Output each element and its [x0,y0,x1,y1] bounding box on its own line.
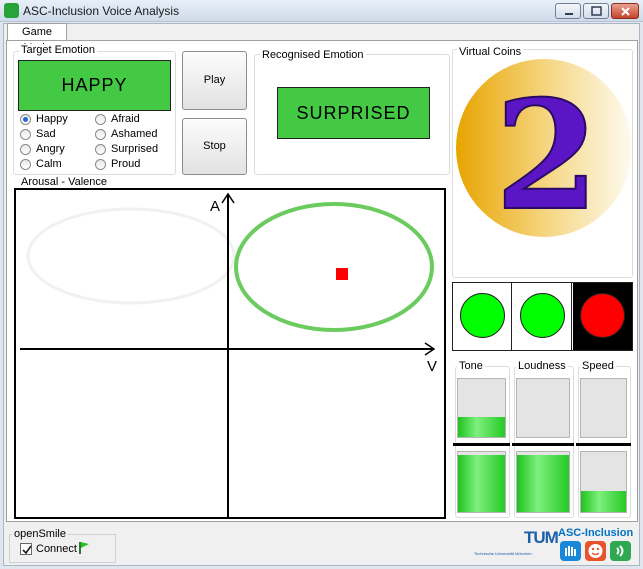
stop-button[interactable]: Stop [182,118,247,175]
radio-label-angry: Angry [36,143,65,155]
previous-emotion-ellipse [26,207,236,305]
radio-angry[interactable] [20,144,31,155]
meter-upper-tone [457,378,506,438]
meter-lower-fill-tone [458,455,505,512]
target-emotion-display: HAPPY [18,60,171,111]
radio-label-surprised: Surprised [111,143,159,155]
target-emotion-label: Target Emotion [19,44,97,56]
asc-inclusion-icons [560,541,631,561]
meter-label-tone: Tone [457,360,485,372]
arousal-valence-label: Arousal - Valence [19,176,110,188]
radio-label-happy: Happy [36,113,68,125]
meter-lower-speed [580,451,627,513]
arousal-valence-canvas: A V [20,192,437,517]
radio-label-proud: Proud [111,158,141,170]
coin-count-display: 2 [456,59,631,238]
meter-lower-tone [457,451,506,513]
indicator-light-1 [460,293,505,338]
arousal-axis-label: A [210,198,220,215]
meter-separator-loudness [512,443,574,446]
tum-logo: TUM [524,528,559,547]
radio-label-ashamed: Ashamed [111,128,158,140]
close-button[interactable] [611,3,639,19]
meter-separator-speed [576,443,631,446]
valence-axis-label: V [427,358,437,375]
close-icon [621,7,630,16]
current-emotion-marker [336,268,348,280]
radio-sad[interactable] [20,129,31,140]
connect-checkbox[interactable] [20,543,32,555]
window-title: ASC-Inclusion Voice Analysis [23,4,180,18]
virtual-coins-label: Virtual Coins [457,46,524,58]
meter-label-speed: Speed [580,360,616,372]
meter-upper-speed [580,378,627,438]
checkmark-icon [22,545,32,555]
meter-label-loudness: Loudness [516,360,568,372]
maximize-button[interactable] [583,3,609,19]
university-name: Technische Universität München [474,551,532,556]
indicator-light-2 [520,293,565,338]
meter-lower-loudness [516,451,570,513]
recognised-emotion-label: Recognised Emotion [260,49,366,61]
recognised-emotion-display: SURPRISED [277,87,430,139]
maximize-icon [591,6,602,16]
opensmile-label: openSmile [12,528,68,540]
radio-calm[interactable] [20,159,31,170]
radio-label-afraid: Afraid [111,113,140,125]
radio-label-sad: Sad [36,128,56,140]
radio-ashamed[interactable] [95,129,106,140]
meter-upper-loudness [516,378,570,438]
asc-inclusion-logo: ASC-Inclusion [558,527,634,539]
app-icon [4,3,19,18]
target-emotion-ellipse [234,202,434,332]
hand-icon [560,541,581,561]
minimize-button[interactable] [555,3,581,19]
tab-game-mode[interactable]: Game Mode [7,23,67,54]
indicator-light-3 [580,293,625,338]
meter-separator-tone [453,443,510,446]
play-button[interactable]: Play [182,51,247,110]
meter-upper-fill-tone [458,416,505,437]
radio-afraid[interactable] [95,114,106,125]
radio-surprised[interactable] [95,144,106,155]
coin-count-text: 2 [495,68,599,238]
connect-label: Connect [36,543,77,555]
minimize-icon [565,13,573,15]
connection-flag-icon [79,542,89,554]
meter-lower-fill-speed [581,491,626,512]
voice-icon [610,541,631,561]
arousal-valence-plot: A V [14,188,446,519]
meter-lower-fill-loudness [517,455,569,512]
radio-happy[interactable] [20,114,31,125]
radio-label-calm: Calm [36,158,62,170]
radio-proud[interactable] [95,159,106,170]
